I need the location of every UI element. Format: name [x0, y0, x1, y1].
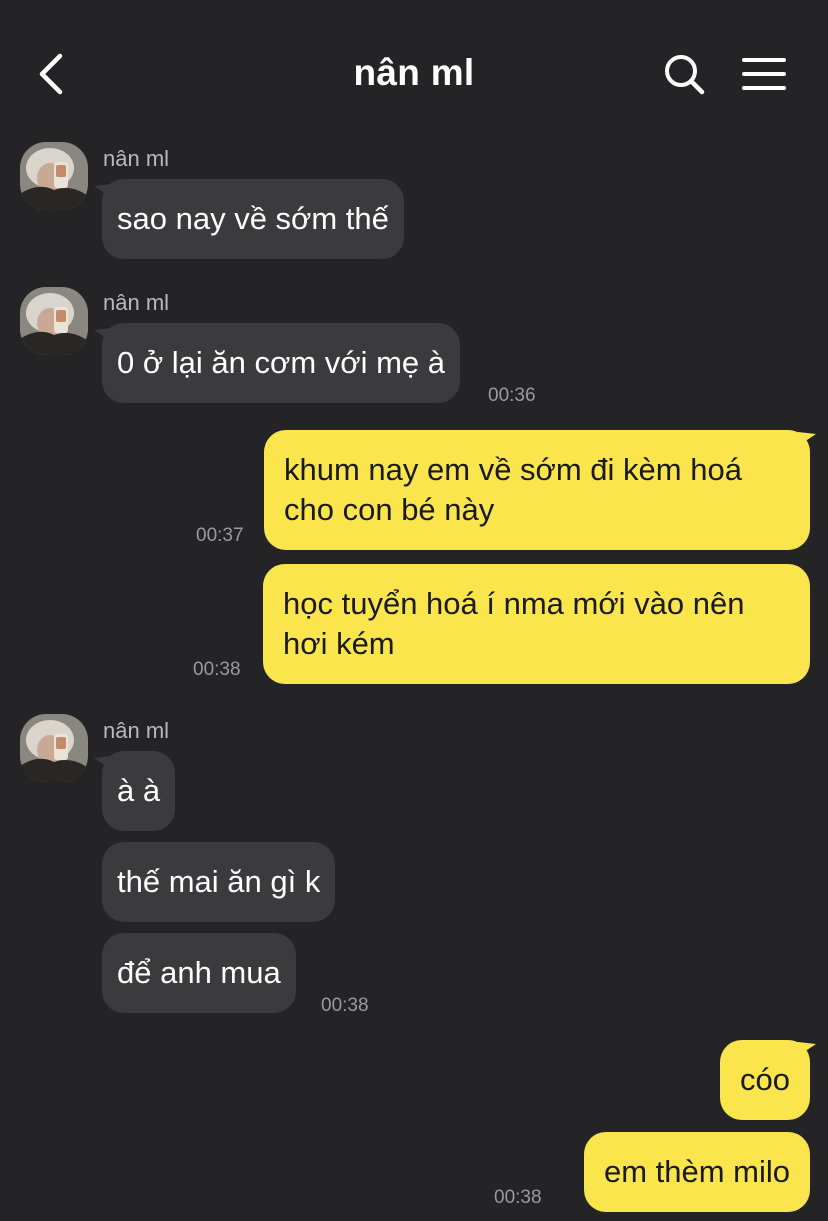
search-icon: [665, 55, 705, 95]
message-line: hơi kém: [283, 626, 395, 661]
message-timestamp: 00:37: [196, 525, 244, 546]
sender-name: nân ml: [103, 718, 170, 743]
incoming-message[interactable]: để anh mua: [102, 933, 296, 1013]
message-line: khum nay em về sớm đi kèm hoá: [284, 452, 742, 487]
incoming-message[interactable]: à à: [102, 751, 176, 831]
message-timestamp: 00:36: [488, 385, 536, 406]
hamburger-menu-icon: [742, 58, 786, 90]
message-timestamp: 00:38: [321, 995, 369, 1016]
chat-header: nân ml: [0, 0, 828, 140]
avatar[interactable]: [20, 287, 88, 355]
message-timestamp: 00:38: [494, 1187, 542, 1208]
incoming-message[interactable]: thế mai ăn gì k: [102, 842, 336, 922]
search-button[interactable]: [662, 52, 706, 96]
outgoing-message[interactable]: khum nay em về sớm đi kèm hoá cho con bé…: [264, 430, 810, 550]
avatar[interactable]: [20, 142, 88, 210]
outgoing-message[interactable]: em thèm milo: [583, 1132, 810, 1212]
profile-photo-icon: [20, 714, 88, 782]
outgoing-message[interactable]: cóo: [720, 1040, 810, 1120]
sender-name: nân ml: [103, 290, 170, 315]
incoming-message[interactable]: sao nay về sớm thế: [102, 179, 404, 259]
menu-button[interactable]: [742, 56, 786, 92]
outgoing-message[interactable]: học tuyển hoá í nma mới vào nên hơi kém: [263, 564, 810, 684]
message-line: cho con bé này: [284, 492, 495, 527]
profile-photo-icon: [20, 142, 88, 210]
sender-name: nân ml: [103, 146, 170, 171]
profile-photo-icon: [20, 287, 88, 355]
avatar[interactable]: [20, 714, 88, 782]
message-line: học tuyển hoá í nma mới vào nên: [283, 586, 745, 621]
message-timestamp: 00:38: [193, 659, 241, 680]
incoming-message[interactable]: 0 ở lại ăn cơm với mẹ à: [102, 323, 461, 403]
